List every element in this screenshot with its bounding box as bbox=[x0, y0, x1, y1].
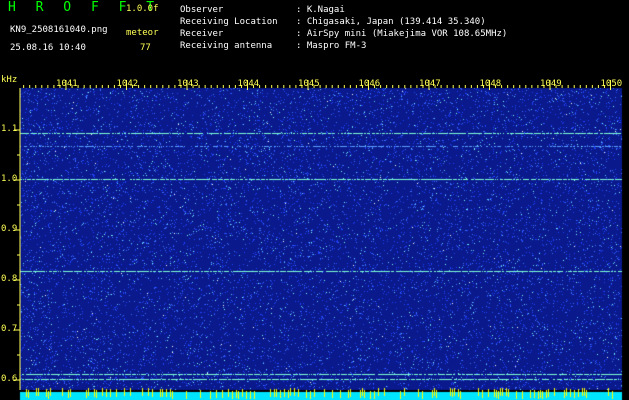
x-tick-label: 1044 bbox=[237, 79, 260, 89]
y-tick-label: 0.9 bbox=[1, 224, 18, 234]
info-label-location: Receiving Location bbox=[180, 17, 278, 27]
x-tick-label: 1046 bbox=[358, 79, 381, 89]
x-tick-label: 1050 bbox=[600, 79, 623, 89]
event-count: 77 bbox=[140, 43, 151, 53]
info-value-observer: : K.Nagai bbox=[296, 5, 345, 15]
info-value-location: : Chigasaki, Japan (139.414 35.340) bbox=[296, 17, 486, 27]
header-panel: H R O F F T 1.0.0f KN9_2508161040.png me… bbox=[0, 0, 629, 78]
y-tick-label: 0.8 bbox=[1, 274, 18, 284]
y-tick-label: 1.1 bbox=[1, 124, 18, 134]
x-tick-label: 1045 bbox=[298, 79, 320, 89]
x-tick-label: 1047 bbox=[419, 79, 441, 89]
x-tick-label: 1048 bbox=[479, 79, 502, 89]
y-tick-label: 0.7 bbox=[1, 324, 18, 334]
timestamp: 25.08.16 10:40 bbox=[10, 43, 86, 53]
spectrogram-panel: kHz 1041 1042 1043 1044 1045 1046 1047 1048 1049… bbox=[0, 75, 629, 400]
x-tick-label: 1043 bbox=[177, 79, 199, 89]
app-version: 1.0.0f bbox=[126, 4, 159, 14]
file-name: KN9_2508161040.png bbox=[10, 25, 108, 35]
info-label-antenna: Receiving antenna bbox=[180, 41, 273, 51]
info-label-receiver: Receiver bbox=[180, 29, 224, 39]
mode-label: meteor bbox=[126, 28, 159, 38]
y-unit-label: kHz bbox=[1, 75, 18, 85]
x-tick-label: 1042 bbox=[116, 79, 139, 89]
y-tick-label: 1.0 bbox=[1, 174, 18, 184]
x-tick-label: 1041 bbox=[56, 79, 78, 89]
info-value-antenna: : Maspro FM-3 bbox=[296, 41, 367, 51]
x-tick-label: 1049 bbox=[540, 79, 562, 89]
info-label-observer: Observer bbox=[180, 5, 224, 15]
axis-overlay bbox=[14, 80, 611, 390]
info-value-receiver: : AirSpy mini (Miakejima VOR 108.65MHz) bbox=[296, 29, 508, 39]
y-tick-label: 0.6 bbox=[1, 374, 18, 384]
